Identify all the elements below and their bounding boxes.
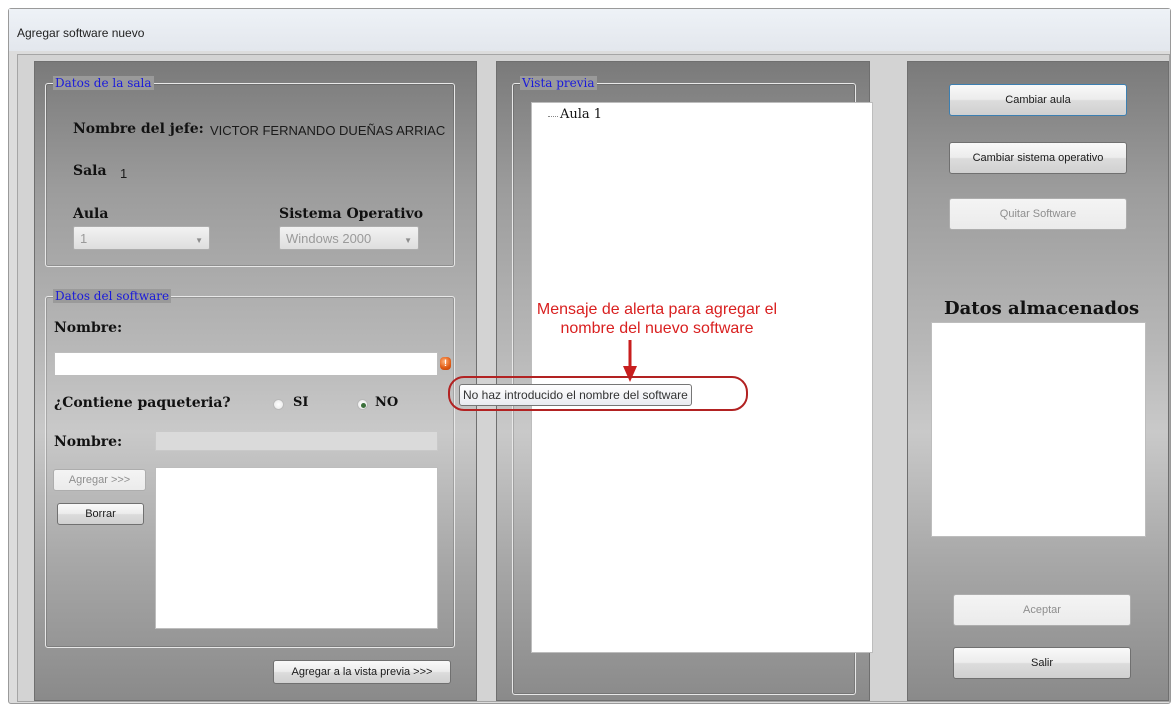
borrar-button[interactable]: Borrar bbox=[57, 503, 144, 525]
paquete-nombre-label: Nombre: bbox=[54, 434, 123, 450]
app-window: Agregar software nuevo Datos de la sala … bbox=[8, 8, 1171, 704]
tree-connector bbox=[548, 116, 558, 117]
paquete-nombre-input[interactable] bbox=[155, 431, 438, 451]
annotation-line-1: Mensaje de alerta para agregar el bbox=[536, 301, 778, 318]
agregar-paquete-button[interactable]: Agregar >>> bbox=[53, 469, 146, 491]
so-label: Sistema Operativo bbox=[279, 206, 424, 222]
right-panel: Cambiar aula Cambiar sistema operativo Q… bbox=[907, 61, 1169, 701]
so-combo-value: Windows 2000 bbox=[286, 231, 372, 246]
error-icon: ! bbox=[440, 357, 451, 370]
cambiar-aula-button[interactable]: Cambiar aula bbox=[949, 84, 1127, 116]
chevron-down-icon: ▼ bbox=[195, 236, 203, 245]
software-nombre-label: Nombre: bbox=[54, 320, 123, 336]
quitar-software-button[interactable]: Quitar Software bbox=[949, 198, 1127, 230]
jefe-value: VICTOR FERNANDO DUEÑAS ARRIAC bbox=[210, 123, 446, 138]
annotation-line-2: nombre del nuevo software bbox=[560, 320, 754, 337]
software-nombre-input[interactable] bbox=[54, 352, 438, 376]
radio-no-label: NO bbox=[375, 395, 399, 410]
datos-software-legend: Datos del software bbox=[53, 289, 172, 303]
datos-sala-legend: Datos de la sala bbox=[53, 76, 154, 90]
datos-almacenados-title: Datos almacenados bbox=[944, 298, 1140, 319]
chevron-down-icon: ▼ bbox=[404, 236, 412, 245]
left-panel: Datos de la sala Nombre del jefe: VICTOR… bbox=[34, 61, 477, 701]
datos-almacenados-list[interactable] bbox=[931, 322, 1146, 537]
radio-no[interactable] bbox=[357, 399, 368, 410]
vista-previa-legend: Vista previa bbox=[520, 76, 597, 90]
sala-label: Sala bbox=[73, 163, 107, 179]
sala-value: 1 bbox=[120, 166, 128, 181]
salir-button[interactable]: Salir bbox=[953, 647, 1131, 679]
annotation-text: Mensaje de alerta para agregar el nombre… bbox=[492, 300, 822, 338]
title-bar: Agregar software nuevo bbox=[9, 9, 1170, 51]
aula-label: Aula bbox=[73, 206, 109, 222]
agregar-vista-previa-button[interactable]: Agregar a la vista previa >>> bbox=[273, 660, 451, 684]
radio-si[interactable] bbox=[273, 399, 284, 410]
so-combo[interactable]: Windows 2000 ▼ bbox=[279, 226, 419, 250]
aula-combo-value: 1 bbox=[80, 231, 88, 246]
jefe-label: Nombre del jefe: bbox=[73, 121, 204, 137]
paquetes-list[interactable] bbox=[155, 467, 438, 629]
aula-combo[interactable]: 1 ▼ bbox=[73, 226, 210, 250]
window-title: Agregar software nuevo bbox=[17, 26, 145, 40]
cambiar-so-button[interactable]: Cambiar sistema operativo bbox=[949, 142, 1127, 174]
paqueteria-label: ¿Contiene paqueteria? bbox=[54, 395, 231, 411]
tree-node-aula[interactable]: Aula 1 bbox=[560, 107, 602, 122]
radio-si-label: SI bbox=[293, 395, 309, 410]
aceptar-button[interactable]: Aceptar bbox=[953, 594, 1131, 626]
error-tooltip: No haz introducido el nombre del softwar… bbox=[459, 384, 692, 406]
